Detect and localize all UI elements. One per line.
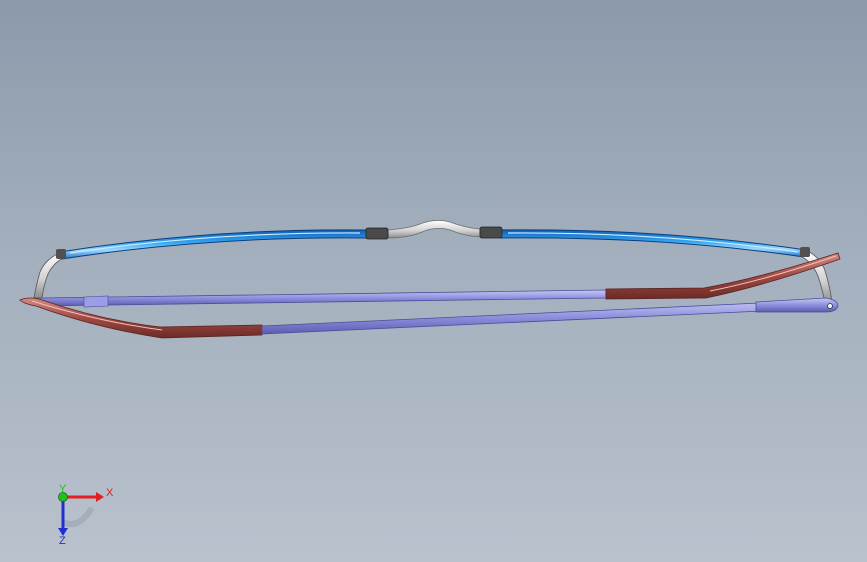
front-temple-arm[interactable] xyxy=(261,299,829,335)
nose-bridge[interactable] xyxy=(387,220,481,239)
triad-x-arrow xyxy=(96,492,104,502)
left-lens-rim[interactable] xyxy=(59,229,369,260)
left-hinge[interactable] xyxy=(56,249,66,259)
back-temple-collar xyxy=(83,295,109,308)
back-temple-tip[interactable] xyxy=(605,252,841,300)
triad-shadow-arc xyxy=(61,506,95,528)
triad-z-label: Z xyxy=(59,535,66,547)
coordinate-triad[interactable]: X Z Y xyxy=(40,482,120,552)
triad-y-label: Y xyxy=(59,483,67,495)
triad-x-label: X xyxy=(106,487,114,499)
right-lens-rim[interactable] xyxy=(499,229,807,258)
front-temple-hinge-pad[interactable] xyxy=(755,297,839,313)
eyeglasses-model[interactable] xyxy=(0,0,867,562)
right-bridge-connector[interactable] xyxy=(479,226,503,239)
left-bridge-connector[interactable] xyxy=(365,227,389,240)
front-temple-screw[interactable] xyxy=(827,303,833,309)
back-temple-arm[interactable] xyxy=(39,289,607,307)
right-hinge[interactable] xyxy=(800,247,810,257)
graphics-viewport[interactable]: X Z Y xyxy=(0,0,867,562)
